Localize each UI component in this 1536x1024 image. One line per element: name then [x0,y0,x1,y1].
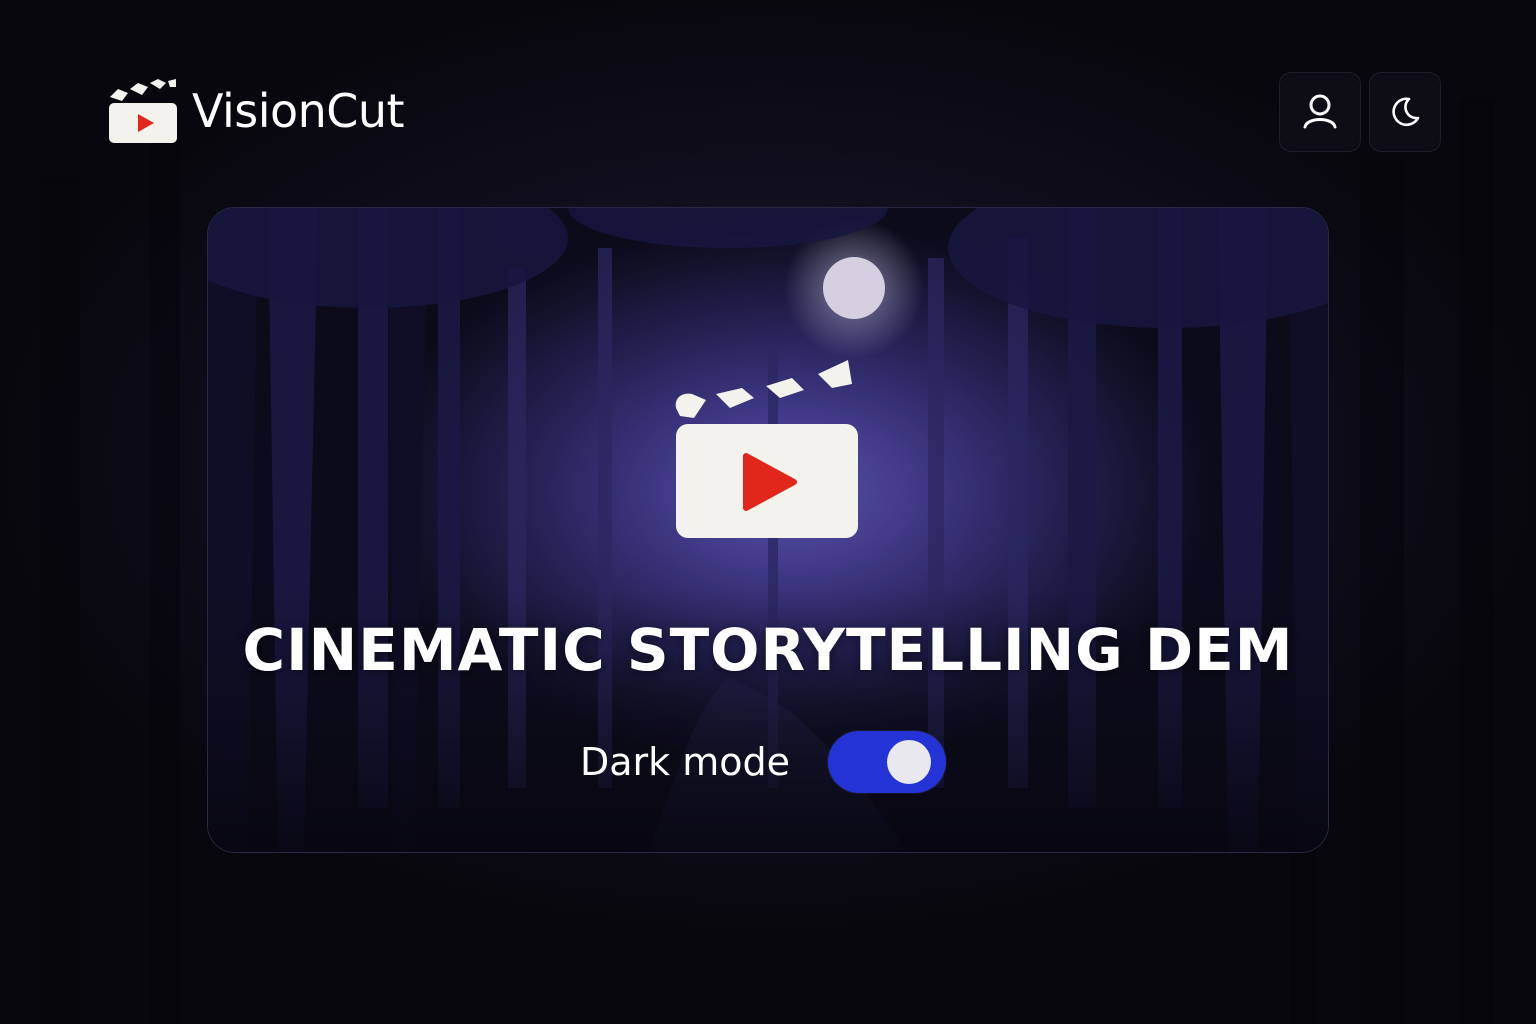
app-page: VisionCut CINEMATIC STORYTELLING DEM Dar… [0,0,1536,1024]
toggle-knob [887,740,932,784]
clapperboard-play-icon [109,79,177,143]
clapperboard-play-icon [675,360,858,538]
dark-mode-toggle[interactable] [828,731,947,793]
app-name: VisionCut [192,84,405,138]
hero-card: CINEMATIC STORYTELLING DEM Dark mode [207,207,1329,853]
app-logo[interactable]: VisionCut [108,76,405,146]
dark-mode-setting: Dark mode [580,730,947,794]
theme-toggle-button[interactable] [1369,72,1441,152]
hero-title: CINEMATIC STORYTELLING DEM [242,616,1294,684]
moon-icon [1392,97,1420,127]
dark-mode-label: Dark mode [580,740,791,784]
user-icon [1303,94,1337,129]
profile-button[interactable] [1279,72,1361,152]
